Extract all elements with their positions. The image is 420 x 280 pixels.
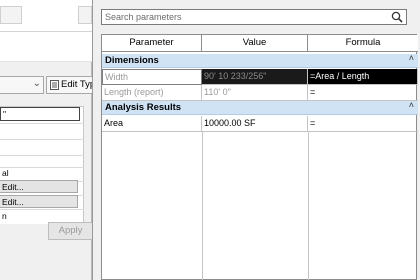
column-divider <box>308 132 309 280</box>
edit-button[interactable]: Edit... <box>0 195 78 208</box>
column-header-value[interactable]: Value <box>202 35 308 52</box>
grid-row-line <box>0 155 84 156</box>
edit-type-icon <box>50 80 59 90</box>
column-divider <box>202 132 203 280</box>
grid-row-line <box>0 167 84 168</box>
group-title: Dimensions <box>105 55 159 66</box>
grid-row-line <box>0 139 84 140</box>
group-header-dimensions[interactable]: Dimensions ˄ <box>102 53 418 68</box>
formula-cell-width[interactable]: =Area / Length <box>308 69 418 85</box>
edit-button-label: Edit... <box>2 182 24 192</box>
grid-row-line <box>0 209 84 210</box>
parameter-name-area[interactable]: Area <box>102 116 202 132</box>
collapse-chevron-icon[interactable]: ˄ <box>409 100 414 110</box>
collapse-chevron-icon[interactable]: ˄ <box>409 53 414 63</box>
formula-cell-length-report[interactable]: = <box>308 85 418 101</box>
parameter-row-label: n <box>2 211 7 221</box>
scroll-right-button[interactable] <box>78 6 92 24</box>
apply-button[interactable]: Apply <box>48 222 92 240</box>
scroll-left-button[interactable] <box>0 6 22 24</box>
column-header-formula[interactable]: Formula <box>308 35 418 52</box>
parameter-name-length-report[interactable]: Length (report) <box>102 85 202 101</box>
family-types-dialog: Search parameters Parameter Value Formul… <box>92 0 420 280</box>
instance-parameter-field[interactable]: " <box>0 107 80 121</box>
edit-button-label: Edit... <box>2 197 24 207</box>
search-icon[interactable] <box>391 11 403 23</box>
search-parameters-input[interactable]: Search parameters <box>101 9 407 25</box>
parameter-name-width[interactable]: Width <box>102 69 202 85</box>
chevron-down-icon: ⌄ <box>32 78 41 89</box>
divider <box>0 31 92 32</box>
group-header-analysis-results[interactable]: Analysis Results ˄ <box>102 100 418 115</box>
parameters-table: Parameter Value Formula Dimensions ˄ Wid… <box>101 34 418 280</box>
value-cell-length-report[interactable]: 110' 0" <box>202 85 308 101</box>
edit-type-button[interactable]: Edit Typ <box>46 76 92 94</box>
parameter-row-label: al <box>2 168 9 178</box>
column-header-parameter[interactable]: Parameter <box>102 35 202 52</box>
search-placeholder: Search parameters <box>105 12 182 22</box>
value-cell-area[interactable]: 10000.00 SF <box>202 116 308 132</box>
edit-button[interactable]: Edit... <box>0 180 78 193</box>
properties-palette: ⌄ Edit Typ " al Edit... Edit... n Apply <box>0 0 92 280</box>
instance-parameter-value: " <box>3 109 7 119</box>
value-cell-width[interactable]: 90' 10 233/256" <box>202 69 308 85</box>
edit-type-label: Edit Typ <box>61 79 92 90</box>
type-selector-dropdown[interactable]: ⌄ <box>0 76 44 94</box>
formula-cell-area[interactable]: = <box>308 116 418 132</box>
group-title: Analysis Results <box>105 102 182 113</box>
grid-row-line <box>0 123 84 124</box>
